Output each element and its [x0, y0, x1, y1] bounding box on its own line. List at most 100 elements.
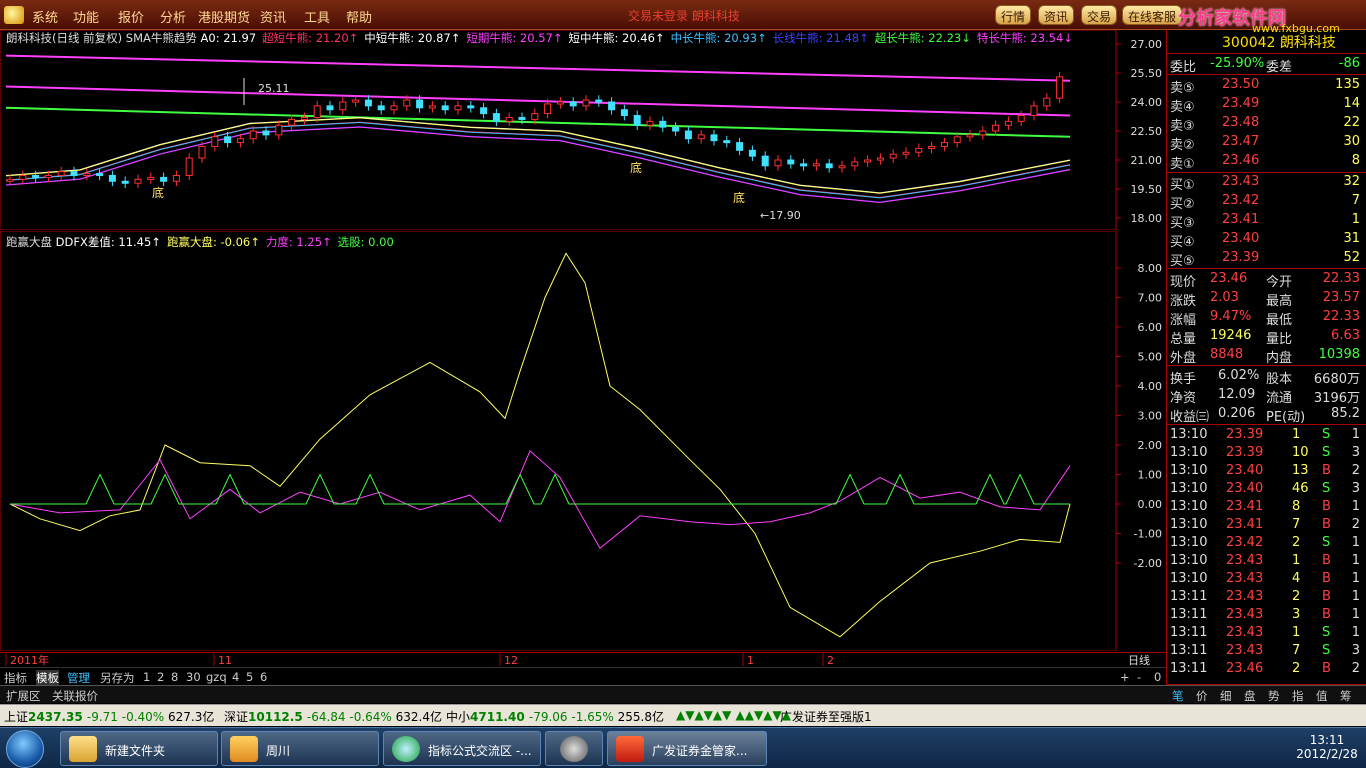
time-label: 11 — [218, 654, 232, 666]
candle-body — [147, 176, 155, 180]
quote-row: 涨幅 9.47% 最低 22.33 — [1170, 308, 1362, 328]
menu-tools[interactable]: 工具 — [304, 7, 330, 26]
indicator-tab[interactable]: 管理 — [67, 670, 90, 686]
tick-price: 23.40 — [1226, 463, 1264, 478]
side-tab[interactable]: 值 — [1316, 688, 1328, 704]
index-value: 10112.5 — [248, 710, 307, 724]
ask-volume: 135 — [1335, 77, 1360, 92]
candle-body — [83, 173, 91, 177]
candle-body — [198, 145, 206, 159]
indicator-tab[interactable]: gzq — [206, 670, 227, 684]
ddfx-ytick-label: 4.00 — [1138, 380, 1163, 393]
finance-label: 收益㈢ — [1170, 410, 1210, 425]
index-item[interactable]: 上证2437.35 -9.71 -0.40% 627.3亿 — [4, 708, 214, 725]
extension-tabs: 扩展区 关联报价 笔价细盘势指值筹 — [0, 685, 1366, 703]
task-zhouchuan[interactable]: 周川 — [221, 731, 379, 766]
candle-body — [697, 134, 705, 140]
ddfx-indicator-item: 选股: 0.00 — [337, 235, 394, 249]
side-tab[interactable]: 筹 — [1340, 688, 1352, 704]
indicator-tab[interactable]: 1 — [143, 670, 150, 684]
menu-news[interactable]: 资讯 — [260, 7, 286, 26]
indicator-tab[interactable]: 8 — [171, 670, 178, 684]
index-item[interactable]: 中小4711.40 -79.06 -1.65% 255.8亿 — [446, 708, 664, 725]
period-label[interactable]: 日线 — [1128, 652, 1150, 668]
finance-row: 净资 12.09 流通 3196万 — [1170, 386, 1362, 406]
task-ie[interactable]: 指标公式交流区 -... — [383, 731, 541, 766]
candle-body — [902, 151, 910, 155]
notepad-icon — [230, 736, 258, 762]
btn-market[interactable]: 行情 — [995, 5, 1032, 25]
task-folder[interactable]: 新建文件夹 — [60, 731, 218, 766]
tick-count: 1 — [1351, 499, 1360, 514]
zoom-button[interactable]: 0 — [1154, 670, 1161, 684]
candle-body — [774, 159, 782, 167]
bid-row: 买② 23.42 7 — [1170, 192, 1362, 212]
time-label: 2 — [827, 654, 834, 666]
menu-quote[interactable]: 报价 — [118, 7, 144, 26]
btn-online-service[interactable]: 在线客服 — [1122, 5, 1183, 25]
indicator-tab[interactable]: 指标 — [4, 670, 27, 686]
tick-side: B — [1322, 607, 1331, 622]
tick-time: 13:11 — [1170, 625, 1208, 640]
ask-label: 卖② — [1170, 138, 1195, 153]
tick-count: 2 — [1351, 517, 1360, 532]
kline-ytick-label: 24.00 — [1131, 96, 1163, 109]
side-tab[interactable]: 价 — [1196, 688, 1208, 704]
btn-trade[interactable]: 交易 — [1081, 5, 1118, 25]
indicator-tab[interactable]: 30 — [186, 670, 201, 684]
weicha-value: -86 — [1338, 56, 1360, 71]
tick-time: 13:11 — [1170, 607, 1208, 622]
kline-indicator-item: 超长牛熊: 22.23↓ — [874, 31, 971, 45]
candle-body — [121, 180, 129, 184]
ask-row: 卖③ 23.48 22 — [1170, 114, 1362, 134]
task-media[interactable] — [545, 731, 603, 766]
extension-tab[interactable]: 关联报价 — [52, 688, 98, 704]
kline-chart[interactable]: 27.00 25.50 24.00 22.50 21.00 19.50 18.00 25.11… — [0, 30, 1166, 230]
menu-analysis[interactable]: 分析 — [160, 7, 186, 26]
system-clock[interactable]: 13:11 2012/2/28 — [1292, 733, 1362, 761]
indicator-tab[interactable]: 另存为 — [100, 670, 135, 686]
btn-news[interactable]: 资讯 — [1038, 5, 1075, 25]
side-tab[interactable]: 指 — [1292, 688, 1304, 704]
indicator-tab[interactable]: 5 — [246, 670, 253, 684]
tick-volume: 13 — [1292, 463, 1309, 478]
tick-row: 13:10 23.40 13 B 2 — [1170, 462, 1362, 481]
ask-volume: 30 — [1343, 134, 1360, 149]
ddfx-chart[interactable]: 8.00 7.00 6.00 5.00 4.00 3.00 2.00 1.00 0.00 -1.0… — [0, 231, 1166, 651]
windows-taskbar: 新建文件夹 周川 指标公式交流区 -... 广发证券金管家... 13:11 20… — [0, 727, 1366, 768]
extension-tab[interactable]: 扩展区 — [6, 688, 41, 704]
indicator-tab[interactable]: 2 — [157, 670, 164, 684]
bid-label: 买① — [1170, 178, 1195, 193]
indicator-tab[interactable]: 模板 — [36, 670, 59, 686]
candle-body — [134, 178, 142, 184]
menu-hk-futures[interactable]: 港股期货 — [198, 7, 250, 26]
start-button-icon[interactable] — [6, 730, 44, 768]
zoom-button[interactable]: + — [1120, 670, 1130, 684]
index-change: -64.84 — [306, 710, 350, 724]
quote-label: 总量 — [1170, 332, 1197, 347]
menu-help[interactable]: 帮助 — [346, 7, 372, 26]
side-tab[interactable]: 笔 — [1172, 688, 1184, 704]
zoom-button[interactable]: - — [1137, 670, 1141, 684]
ddfx-ytick-label: 2.00 — [1138, 439, 1163, 452]
index-change: -9.71 — [86, 710, 122, 724]
indicator-tab[interactable]: 4 — [232, 670, 239, 684]
side-tab[interactable]: 势 — [1268, 688, 1280, 704]
bid-volume: 1 — [1351, 212, 1360, 227]
ie-icon — [392, 736, 420, 762]
menu-function[interactable]: 功能 — [73, 7, 99, 26]
candle-body — [249, 130, 257, 140]
task-gfzq[interactable]: 广发证券金管家... — [607, 731, 767, 766]
menu-system[interactable]: 系统 — [32, 7, 58, 26]
tick-count: 2 — [1351, 661, 1360, 676]
indicator-tab[interactable]: 6 — [260, 670, 267, 684]
candle-body — [416, 99, 424, 109]
time-label: 12 — [504, 654, 518, 666]
side-tab[interactable]: 细 — [1220, 688, 1232, 704]
side-tab[interactable]: 盘 — [1244, 688, 1256, 704]
ask-row: 卖④ 23.49 14 — [1170, 95, 1362, 115]
index-item[interactable]: 深证10112.5 -64.84 -0.64% 632.4亿 — [224, 708, 442, 725]
tick-row: 13:10 23.43 1 B 1 — [1170, 552, 1362, 571]
candle-body — [761, 155, 769, 167]
tick-side: S — [1322, 643, 1331, 658]
